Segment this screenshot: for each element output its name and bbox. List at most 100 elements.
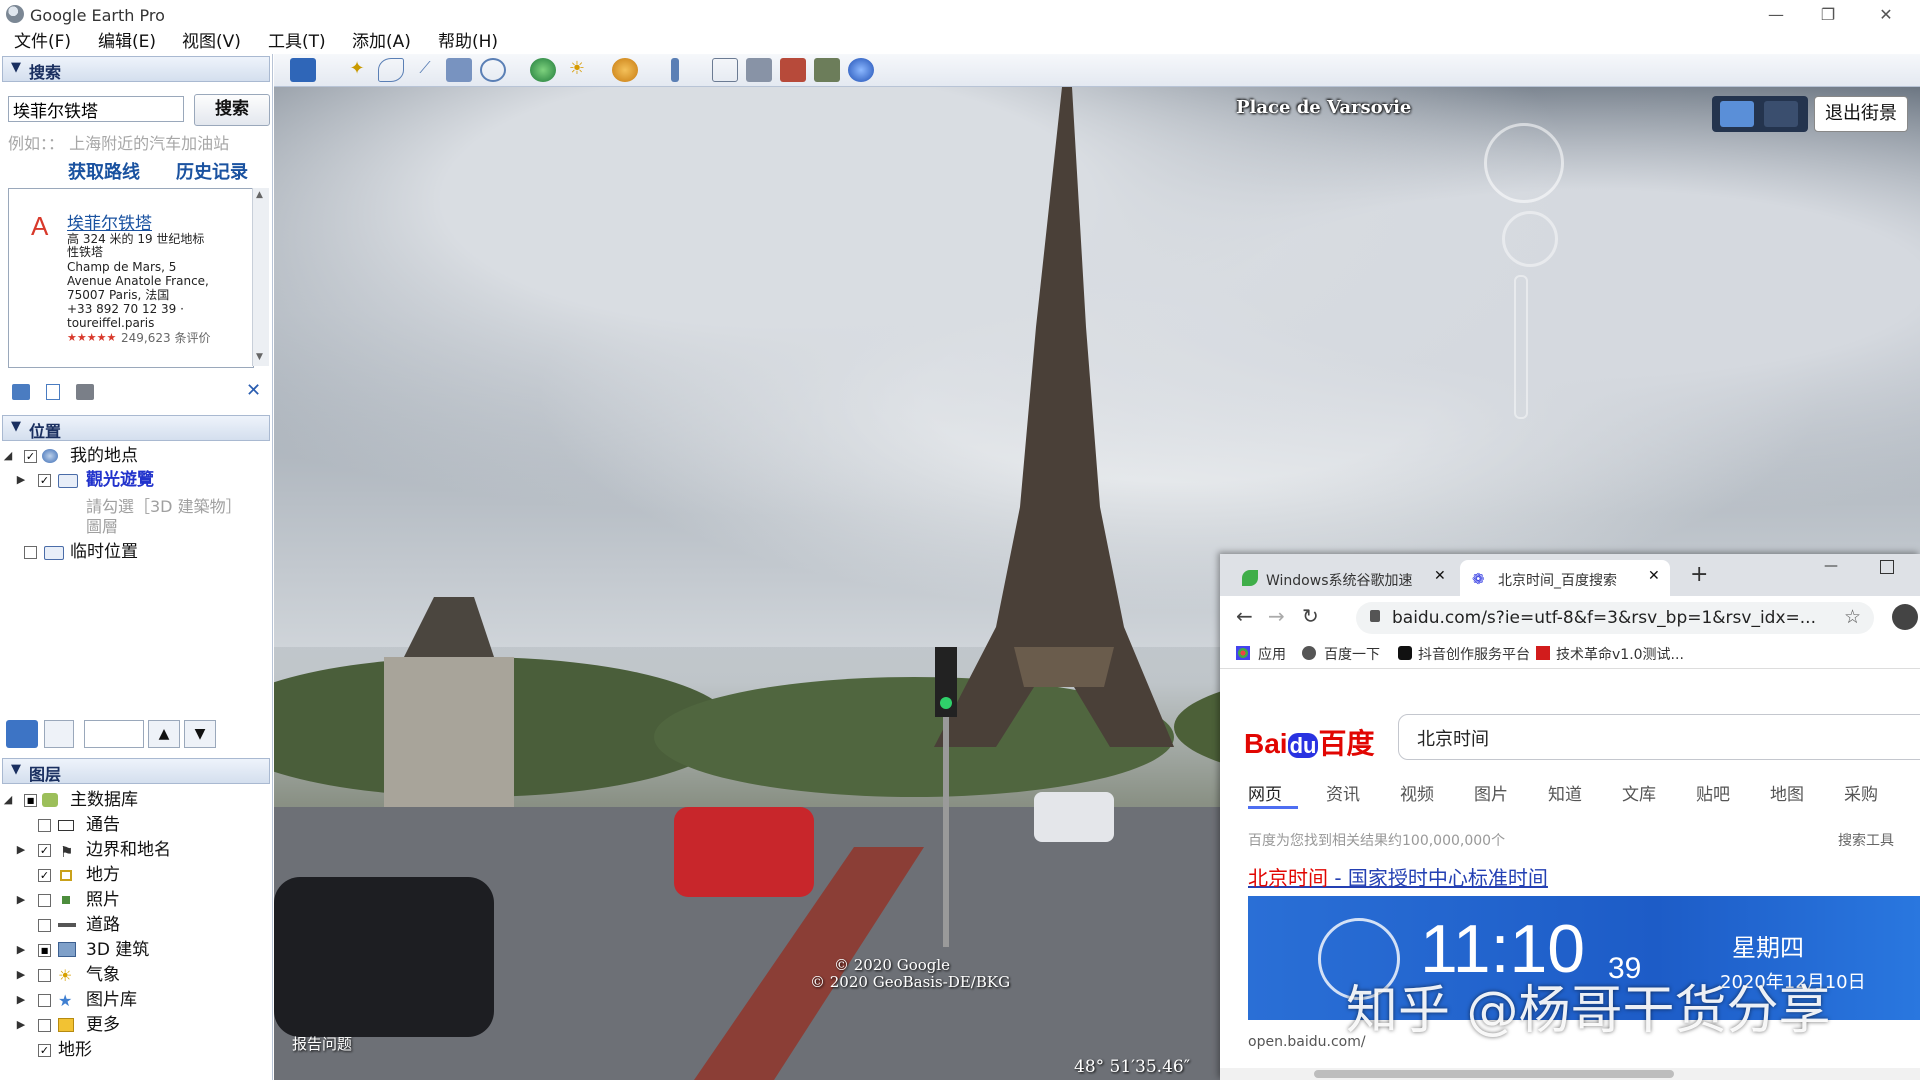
back-arrow-icon[interactable]: ← [1236,604,1253,628]
apps-grid-icon[interactable] [1236,646,1250,660]
baidu-tab-wenku[interactable]: 文库 [1622,780,1656,805]
restore-button[interactable]: ❐ [1808,4,1848,26]
baidu-tab-web[interactable]: 网页 [1248,780,1282,805]
collapse-arrow-icon[interactable]: ◢ [3,789,13,811]
reload-icon[interactable]: ↻ [1302,604,1319,628]
checkbox[interactable] [38,969,51,982]
browser-minimize-button[interactable]: — [1824,558,1838,574]
tab-beijing-time-baidu[interactable]: ❁ 北京时间_百度搜索 ✕ [1460,560,1670,596]
print-icon[interactable] [746,58,772,82]
collapse-arrow-icon[interactable]: ◢ [3,445,13,467]
close-tab-icon[interactable]: ✕ [1648,568,1660,584]
checkbox[interactable] [38,1019,51,1032]
checkbox[interactable] [38,994,51,1007]
expand-arrow-icon[interactable]: ▶ [16,964,26,986]
scroll-down-icon[interactable]: ▼ [256,352,263,362]
clear-search-close-icon[interactable]: ✕ [246,380,261,401]
menu-add[interactable]: 添加(A) [346,30,417,54]
pegman-icon[interactable] [1720,101,1754,127]
report-problem-link[interactable]: 报告问题 [292,1033,352,1054]
checkbox[interactable] [24,546,37,559]
results-scrollbar[interactable]: ▲ ▼ [252,188,269,366]
expand-arrow-icon[interactable]: ▶ [16,989,26,1011]
copy-icon[interactable] [46,384,60,400]
street-view-mode-toggle[interactable] [1712,96,1808,132]
add-polygon-icon[interactable] [378,58,404,82]
places-panel-header[interactable]: ▼ 位置 [2,415,270,441]
get-directions-link[interactable]: 获取路线 [68,158,140,184]
profile-avatar[interactable] [1892,604,1918,630]
historical-imagery-icon[interactable] [530,58,556,82]
layers-panel-header[interactable]: ▼ 图层 [2,758,270,784]
new-tab-button[interactable]: + [1690,562,1708,587]
places-filter-input[interactable] [84,720,144,748]
baidu-tab-map[interactable]: 地图 [1770,780,1804,805]
checkbox[interactable]: ✓ [38,474,51,487]
browser-maximize-button[interactable] [1880,560,1894,574]
search-tools-button[interactable]: 搜索工具 [1838,830,1894,850]
menu-tools[interactable]: 工具(T) [262,30,332,54]
look-around-compass-icon[interactable] [1484,123,1564,203]
search-input[interactable] [8,96,184,122]
sidebar-toggle-icon[interactable] [290,58,316,82]
view-in-maps-icon[interactable] [814,58,840,82]
checkbox[interactable]: ✓ [24,450,37,463]
search-panel-header[interactable]: ▼ 搜索 [2,56,270,82]
checkbox[interactable] [38,894,51,907]
baidu-tab-tieba[interactable]: 贴吧 [1696,780,1730,805]
expand-arrow-icon[interactable]: ▶ [16,1014,26,1036]
bookmark-baidu[interactable]: 百度一下 [1324,644,1380,664]
exit-street-view-button[interactable]: 退出街景 [1814,96,1908,132]
expand-arrow-icon[interactable]: ▶ [16,839,26,861]
search-button[interactable]: 搜索 [194,94,270,126]
checkbox[interactable]: ■ [24,794,37,807]
menu-view[interactable]: 视图(V) [176,30,247,54]
baidu-query-text[interactable]: 北京时间 [1417,725,1489,751]
expand-arrow-icon[interactable]: ▶ [16,469,26,491]
save-image-icon[interactable] [780,58,806,82]
close-window-button[interactable]: ✕ [1866,4,1906,26]
menu-edit[interactable]: 编辑(E) [92,30,162,54]
forward-arrow-icon[interactable]: → [1268,604,1285,628]
print-icon[interactable] [76,384,94,400]
horizontal-scrollbar[interactable] [1220,1068,1920,1080]
baidu-tab-news[interactable]: 资讯 [1326,780,1360,805]
bookmark-apps[interactable]: 应用 [1258,644,1286,664]
checkbox[interactable]: ✓ [38,844,51,857]
result-title-link[interactable]: 埃菲尔铁塔 [67,209,152,234]
checkbox[interactable]: ■ [38,944,51,957]
bookmark-douyin[interactable]: 抖音创作服务平台 [1418,644,1530,664]
earth-globe-icon[interactable] [848,58,874,82]
scroll-up-icon[interactable]: ▲ [256,190,263,200]
baidu-tab-zhidao[interactable]: 知道 [1548,780,1582,805]
record-tour-icon[interactable] [480,58,506,82]
checkbox[interactable] [38,919,51,932]
address-bar[interactable]: baidu.com/s?ie=utf-8&f=3&rsv_bp=1&rsv_id… [1356,602,1874,634]
menu-help[interactable]: 帮助(H) [432,30,504,54]
history-link[interactable]: 历史记录 [176,158,248,184]
move-down-arrow-icon[interactable]: ▼ [184,720,216,748]
ruler-icon[interactable] [671,58,679,82]
search-places-icon[interactable] [6,720,38,748]
bookmark-tech-revolution[interactable]: 技术革命v1.0测试... [1556,644,1684,664]
panel-toggle-icon[interactable] [44,720,74,748]
move-joystick-icon[interactable] [1502,211,1558,267]
add-placemark-icon[interactable]: ✦ [344,58,370,82]
email-icon[interactable] [712,58,738,82]
switch-planet-icon[interactable] [612,58,638,82]
close-tab-icon[interactable]: ✕ [1434,568,1446,584]
checkbox[interactable] [38,819,51,832]
add-image-overlay-icon[interactable] [446,58,472,82]
ground-level-cube-icon[interactable] [1764,101,1798,127]
checkbox[interactable]: ✓ [38,869,51,882]
baidu-logo[interactable]: Baidu百度 [1244,722,1374,762]
scrollbar-thumb[interactable] [1314,1070,1674,1078]
expand-arrow-icon[interactable]: ▶ [16,939,26,961]
baidu-tab-video[interactable]: 视频 [1400,780,1434,805]
menu-file[interactable]: 文件(F) [8,30,77,54]
baidu-tab-images[interactable]: 图片 [1474,780,1508,805]
checkbox[interactable]: ✓ [38,1044,51,1057]
result-title-link[interactable]: 北京时间 - 国家授时中心标准时间 [1248,862,1548,891]
bookmark-star-icon[interactable]: ☆ [1844,606,1861,628]
add-folder-icon[interactable] [12,384,30,400]
